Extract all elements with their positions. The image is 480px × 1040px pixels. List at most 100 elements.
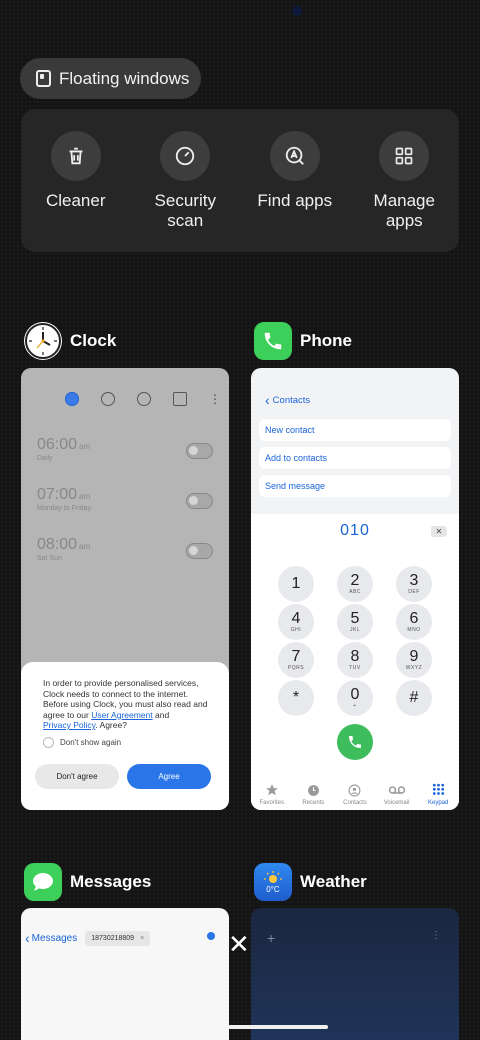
alarm-ampm: am: [79, 492, 91, 501]
dial-key-digit: 2: [350, 572, 360, 589]
timer-tab-icon[interactable]: [173, 392, 187, 406]
floating-windows-label: Floating windows: [59, 68, 190, 88]
messages-back-label: Messages: [31, 932, 78, 944]
find-app-icon: [269, 131, 320, 181]
add-contact-icon[interactable]: [207, 932, 215, 940]
clock-toolbar: ⋮: [21, 368, 229, 406]
grid-icon: [379, 131, 430, 181]
find-apps-button[interactable]: Find apps: [245, 131, 345, 252]
messages-card-header[interactable]: Messages: [24, 863, 151, 901]
security-scan-label: Security scan: [154, 191, 216, 230]
dial-key-letters: PQRS: [287, 665, 305, 671]
more-options-icon[interactable]: ⋮: [209, 392, 221, 406]
keypad-icon: [432, 783, 445, 797]
weather-icon-temp: 0°C: [266, 884, 280, 894]
contacts-back-button[interactable]: ‹ Contacts: [251, 368, 459, 408]
dial-key-letters: WXYZ: [405, 665, 423, 671]
dial-key[interactable]: 3 DEF: [396, 566, 432, 602]
dial-key[interactable]: 1: [278, 566, 314, 602]
add-city-icon[interactable]: +: [267, 930, 275, 946]
cleaner-button[interactable]: Cleaner: [26, 131, 126, 252]
stopwatch-tab-icon[interactable]: [137, 392, 151, 406]
nav-contacts[interactable]: Contacts: [335, 783, 375, 806]
nav-favorites[interactable]: Favorites: [252, 783, 292, 806]
dial-key-letters: +: [353, 703, 357, 709]
nav-label: Contacts: [343, 800, 367, 806]
clock-card-header[interactable]: Clock: [24, 322, 116, 360]
trash-icon: [50, 131, 101, 181]
backspace-icon[interactable]: ✕: [431, 526, 447, 537]
remove-recipient-icon[interactable]: ×: [140, 935, 144, 942]
recipient-chip[interactable]: 18730218809 ×: [85, 930, 151, 946]
privacy-policy-link[interactable]: Privacy Policy: [43, 720, 95, 730]
dialer-pad: 010 ✕ 1 2 ABC 3 DEF 4 GHI 5 JKL 6 MNO 7 PQRS 8 TUV 9 WXY…: [251, 514, 459, 810]
clock-app-icon: [24, 322, 62, 360]
send-message-option[interactable]: Send message: [259, 475, 451, 497]
phone-card-title: Phone: [300, 331, 352, 350]
front-camera: [292, 6, 302, 16]
shield-scan-icon: [160, 131, 211, 181]
agree-button[interactable]: Agree: [127, 763, 211, 789]
floating-windows-button[interactable]: Floating windows: [20, 58, 201, 99]
security-scan-button[interactable]: Security scan: [135, 131, 235, 252]
user-agreement-link[interactable]: User Agreement: [91, 710, 152, 720]
dial-key-letters: ABC: [349, 589, 361, 595]
dial-key[interactable]: 9 WXYZ: [396, 642, 432, 678]
nav-recents[interactable]: Recents: [293, 783, 333, 806]
dial-key-digit: 1: [291, 575, 301, 592]
home-indicator[interactable]: [228, 1025, 328, 1029]
new-contact-option[interactable]: New contact: [259, 419, 451, 441]
dialog-text: . Agree?: [95, 720, 127, 730]
cleaner-label: Cleaner: [45, 191, 106, 210]
weather-card-header[interactable]: 0°C Weather: [254, 863, 367, 901]
messages-app-icon: [24, 863, 62, 901]
messages-preview-card[interactable]: ‹ Messages 18730218809 ×: [21, 908, 229, 1040]
alarm-item[interactable]: 07:00 am Monday to Friday: [21, 486, 229, 536]
dont-show-again-option[interactable]: Don't show again: [43, 736, 215, 748]
dial-key-digit: #: [409, 689, 419, 706]
weather-preview-card[interactable]: + ⋮: [251, 908, 459, 1040]
floating-window-icon: [36, 70, 51, 87]
nav-label: Keypad: [427, 800, 449, 806]
dial-key[interactable]: 8 TUV: [337, 642, 373, 678]
world-clock-tab-icon[interactable]: [101, 392, 115, 406]
nav-keypad[interactable]: Keypad: [418, 783, 458, 806]
chevron-left-icon: ‹: [265, 392, 270, 408]
dialog-text: and: [152, 709, 170, 720]
dial-key[interactable]: #: [396, 680, 432, 716]
messages-back-button[interactable]: ‹ Messages: [25, 930, 77, 946]
phone-call-icon: [349, 736, 361, 748]
nav-voicemail[interactable]: Voicemail: [377, 783, 417, 806]
alarm-item[interactable]: 06:00 am Daily: [21, 436, 229, 486]
call-button[interactable]: [337, 724, 373, 760]
alarm-toggle[interactable]: [186, 443, 213, 459]
sun-icon: [264, 870, 282, 883]
alarm-toggle[interactable]: [186, 493, 213, 509]
alarm-tab-icon[interactable]: [65, 392, 79, 406]
clock-preview-card[interactable]: ⋮ 06:00 am Daily 07:00 am Monday to Friday…: [21, 368, 229, 810]
dial-key[interactable]: 4 GHI: [278, 604, 314, 640]
dial-key[interactable]: 2 ABC: [337, 566, 373, 602]
manage-apps-button[interactable]: Manage apps: [354, 131, 454, 252]
alarm-toggle[interactable]: [186, 543, 213, 559]
dial-key[interactable]: 0 +: [337, 680, 373, 716]
dial-key[interactable]: *: [278, 680, 314, 716]
dial-key-digit: 0: [350, 686, 360, 703]
alarm-time: 08:00: [37, 536, 78, 553]
dial-key[interactable]: 7 PQRS: [278, 642, 314, 678]
dont-agree-button[interactable]: Don't agree: [35, 763, 119, 789]
dont-show-again-label: Don't show again: [60, 737, 122, 747]
phone-preview-card[interactable]: ‹ Contacts New contact Add to contacts S…: [251, 368, 459, 810]
dial-key[interactable]: 6 MNO: [396, 604, 432, 640]
star-icon: [265, 783, 279, 797]
phone-card-header[interactable]: Phone: [254, 322, 352, 360]
dont-show-again-checkbox[interactable]: [43, 736, 54, 748]
dial-key-digit: 6: [409, 610, 419, 627]
alarm-ampm: am: [79, 442, 91, 451]
more-options-icon[interactable]: ⋮: [431, 930, 441, 941]
close-all-icon[interactable]: ✕: [228, 931, 250, 957]
dial-key[interactable]: 5 JKL: [337, 604, 373, 640]
alarm-item[interactable]: 08:00 am Sat Sun: [21, 536, 229, 586]
alarm-ampm: am: [79, 542, 91, 551]
add-to-contacts-option[interactable]: Add to contacts: [259, 447, 451, 469]
